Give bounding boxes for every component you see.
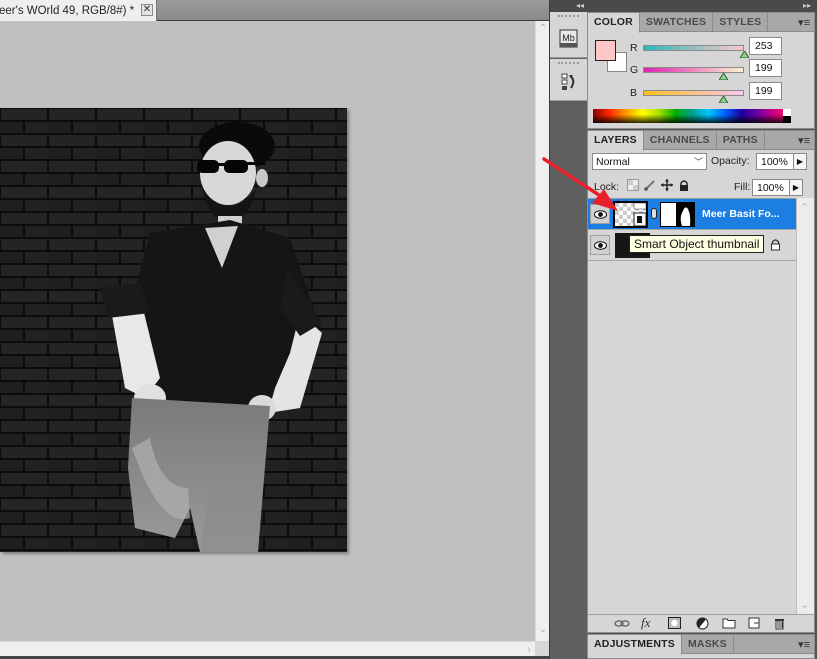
fill-slider-arrow[interactable]: ▶ [789,179,803,196]
green-slider-track[interactable] [643,67,744,73]
layers-panel-tabs: LAYERS CHANNELS PATHS ▾≡ [588,131,814,151]
adjustments-panel-tabs: ADJUSTMENTS MASKS ▾≡ [588,635,814,655]
color-panel-tabs: COLOR SWATCHES STYLES ▾≡ [588,13,814,33]
adjustments-panel: ADJUSTMENTS MASKS ▾≡ [587,634,815,659]
history-icon[interactable] [559,72,578,91]
document-tab[interactable]: eer's WOrld 49, RGB/8#) * ✕ [0,0,157,21]
collapse-dock-button[interactable]: ◂◂ [550,0,588,12]
tooltip: Smart Object thumbnail [629,235,765,253]
layers-footer-toolbar: fx [588,614,814,632]
red-slider-thumb[interactable] [739,51,749,58]
photo-man-brick-wall [0,108,347,552]
fill-field[interactable]: 100% [752,179,790,196]
green-slider-thumb[interactable] [718,73,728,80]
red-slider-track[interactable] [643,45,744,51]
dock-grip[interactable] [558,62,579,68]
layer-lock-icon [770,238,781,254]
collapsed-panel-dock: ◂◂ Mb [549,0,588,659]
tab-adjustments[interactable]: ADJUSTMENTS [588,635,682,655]
foreground-color-swatch[interactable] [595,40,616,61]
panel-menu-icon[interactable]: ▾≡ [798,16,810,29]
mask-link-icon[interactable] [651,208,657,219]
layers-scrollbar[interactable]: ⌃ ⌄ [796,198,814,614]
blend-mode-select[interactable]: Normal ﹀ [592,153,707,170]
close-tab-button[interactable]: ✕ [141,4,153,16]
layer-name[interactable]: Meer Basit Fo... [702,208,780,220]
scroll-down-icon[interactable]: ⌄ [800,598,809,611]
panel-menu-icon[interactable]: ▾≡ [798,638,810,651]
scroll-right-icon[interactable]: › [527,644,531,656]
panel-menu-icon[interactable]: ▾≡ [798,134,810,147]
eye-icon [594,210,607,219]
vertical-scrollbar[interactable]: ⌃ ⌄ [535,21,549,641]
chevron-down-icon: ﹀ [693,157,703,167]
black-white-swatch[interactable] [783,109,791,123]
fill-label: Fill: [734,181,751,193]
scroll-up-icon[interactable]: ⌃ [800,201,809,214]
new-group-icon[interactable] [722,617,736,630]
eye-icon [594,241,607,250]
delete-layer-icon[interactable] [774,617,788,630]
green-value-field[interactable]: 199 [749,59,782,77]
document-tab-bar: eer's WOrld 49, RGB/8#) * ✕ [0,0,549,21]
opacity-field[interactable]: 100% [756,153,794,170]
horizontal-scrollbar[interactable]: › [0,641,535,656]
lock-image-pixels-icon[interactable] [644,179,656,192]
svg-text:Mb: Mb [562,33,575,43]
color-spectrum-ramp[interactable] [593,109,791,123]
scroll-down-icon[interactable]: ⌄ [538,625,548,635]
layers-panel: LAYERS CHANNELS PATHS ▾≡ Normal ﹀ Opacit… [587,130,815,633]
tab-layers[interactable]: LAYERS [588,131,644,151]
adjustment-layer-icon[interactable] [696,617,710,630]
mask-silhouette-icon [676,203,694,226]
panel-column: ▸▸ COLOR SWATCHES STYLES ▾≡ R 253 G 199 [587,0,817,659]
color-panel: COLOR SWATCHES STYLES ▾≡ R 253 G 199 B 1… [587,12,815,129]
opacity-label: Opacity: [711,155,750,167]
dock-slot-history[interactable] [550,59,587,101]
tab-color[interactable]: COLOR [588,13,640,33]
blend-mode-value: Normal [596,156,630,168]
lock-position-icon[interactable] [661,179,673,192]
layer-visibility-toggle[interactable] [590,204,610,224]
link-layers-icon[interactable] [614,617,630,630]
lock-label: Lock: [594,181,620,193]
green-label: G [630,64,639,76]
tab-swatches[interactable]: SWATCHES [640,13,714,32]
tab-paths[interactable]: PATHS [717,131,765,150]
red-value-field[interactable]: 253 [749,37,782,55]
blue-value-field[interactable]: 199 [749,82,782,100]
layer-list: Meer Basit Fo... [588,198,796,614]
red-label: R [630,42,638,54]
mini-bridge-icon[interactable]: Mb [559,29,578,48]
scrollbar-corner [535,641,549,656]
opacity-slider-arrow[interactable]: ▶ [793,153,807,170]
document-tab-title: eer's WOrld 49, RGB/8#) * [0,4,135,17]
scroll-up-icon[interactable]: ⌃ [538,24,548,34]
lock-transparent-pixels-icon[interactable] [627,179,639,192]
layer-mask-thumbnail[interactable] [660,202,695,227]
tab-masks[interactable]: MASKS [682,635,734,654]
fx-icon[interactable]: fx [641,615,655,630]
blue-slider-track[interactable] [643,90,744,96]
green-channel-slider: G 199 [628,59,808,84]
add-mask-icon[interactable] [668,617,682,630]
dock-slot-mini-bridge[interactable]: Mb [550,12,587,58]
transparency-checker-icon [615,202,647,227]
dock-grip[interactable] [558,15,579,21]
document-area: eer's WOrld 49, RGB/8#) * ✕ ⌃ ⌄ › [0,0,549,659]
lock-all-icon[interactable] [678,179,690,192]
smart-object-thumbnail[interactable] [613,201,648,228]
blue-label: B [630,87,638,99]
layer-visibility-toggle[interactable] [590,235,610,255]
new-layer-icon[interactable] [748,617,762,630]
tab-styles[interactable]: STYLES [713,13,769,32]
photoshop-window: eer's WOrld 49, RGB/8#) * ✕ ⌃ ⌄ › ◂◂ Mb … [0,0,817,659]
blue-channel-slider: B 199 [628,82,808,107]
document-image[interactable] [0,108,347,552]
layer-row-meer-basit[interactable]: Meer Basit Fo... [588,199,796,230]
blue-slider-thumb[interactable] [718,96,728,103]
expand-panels-button[interactable]: ▸▸ [587,0,817,12]
tab-channels[interactable]: CHANNELS [644,131,717,150]
canvas[interactable] [0,21,535,641]
